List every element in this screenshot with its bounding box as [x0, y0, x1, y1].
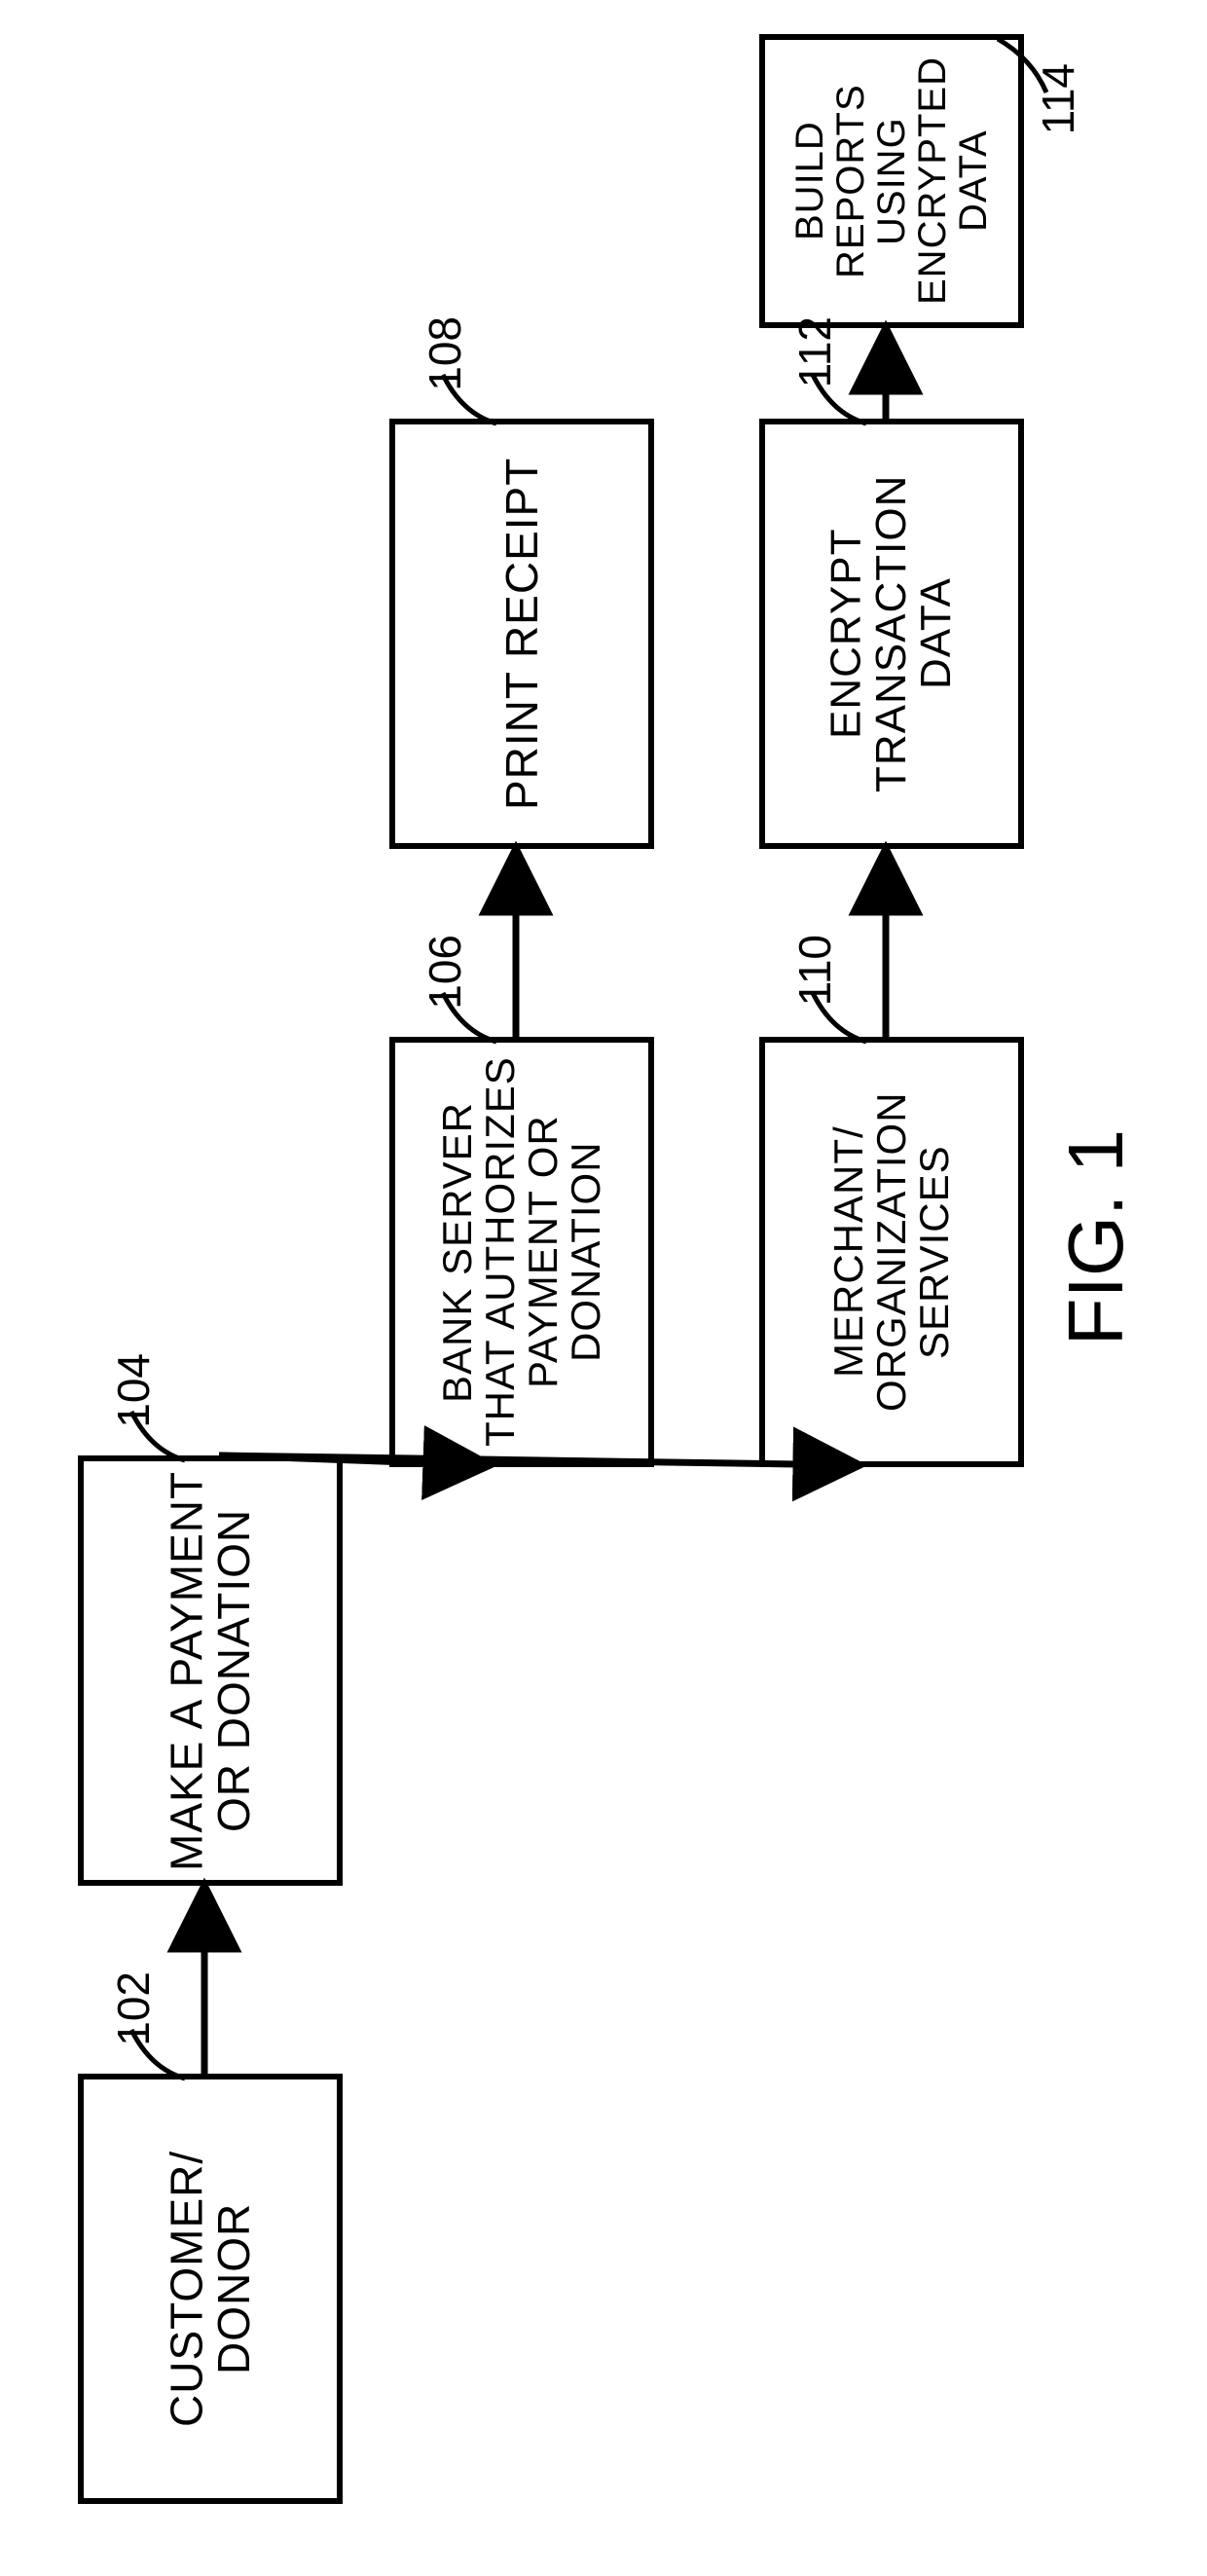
box-merchant-services: MERCHANT/ORGANIZATIONSERVICES — [759, 1037, 1024, 1467]
ref-110: 110 — [788, 935, 841, 1006]
box-build-reports: BUILD REPORTSUSINGENCRYPTEDDATA — [759, 34, 1024, 328]
box-customer-donor: CUSTOMER/DONOR — [78, 2074, 343, 2504]
figure-label: FIG. 1 — [1051, 1129, 1141, 1345]
box-encrypt-transaction: ENCRYPTTRANSACTIONDATA — [759, 419, 1024, 849]
box-text: BUILD REPORTSUSINGENCRYPTEDDATA — [784, 40, 1000, 322]
box-text: MAKE A PAYMENTOR DONATION — [158, 1464, 264, 1876]
ref-108: 108 — [419, 316, 471, 391]
box-text: ENCRYPTTRANSACTIONDATA — [819, 469, 966, 798]
box-text: MERCHANT/ORGANIZATIONSERVICES — [822, 1086, 962, 1418]
box-text: PRINT RECEIPT — [493, 452, 551, 816]
box-text: BANK SERVERTHAT AUTHORIZESPAYMENT ORDONA… — [430, 1051, 613, 1454]
box-make-payment: MAKE A PAYMENTOR DONATION — [78, 1455, 343, 1886]
box-print-receipt: PRINT RECEIPT — [389, 419, 654, 849]
ref-114: 114 — [1032, 63, 1084, 134]
ref-102: 102 — [107, 1971, 160, 2046]
diagram-stage: CUSTOMER/DONOR 102 MAKE A PAYMENTOR DONA… — [0, 0, 1207, 2576]
ref-106: 106 — [419, 935, 471, 1010]
box-bank-server: BANK SERVERTHAT AUTHORIZESPAYMENT ORDONA… — [389, 1037, 654, 1467]
box-text: CUSTOMER/DONOR — [158, 2145, 264, 2433]
ref-104: 104 — [107, 1353, 160, 1428]
